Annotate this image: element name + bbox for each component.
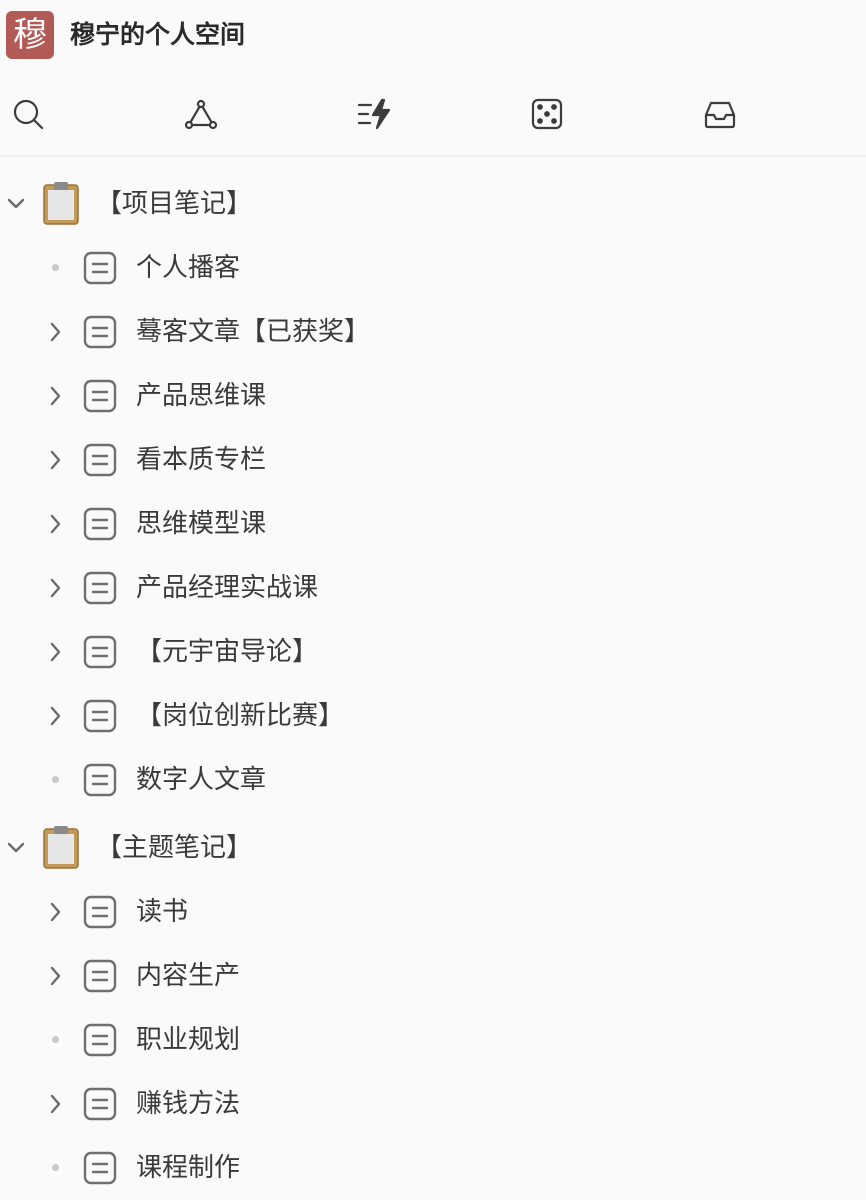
tree-item[interactable]: 产品经理实战课 <box>0 556 866 620</box>
chevron-right-icon[interactable] <box>42 574 70 602</box>
tree-item-label: 产品思维课 <box>136 381 267 411</box>
leaf-dot-icon <box>42 766 70 794</box>
quick-capture-button[interactable] <box>356 96 396 136</box>
page-icon <box>82 698 118 734</box>
tree-item-label: 赚钱方法 <box>136 1089 241 1119</box>
quick-capture-icon <box>357 98 391 130</box>
section-label: 【主题笔记】 <box>96 833 253 863</box>
tree-item-label: 产品经理实战课 <box>136 573 319 603</box>
page-icon <box>82 570 118 606</box>
page-icon <box>82 442 118 478</box>
clipboard-icon <box>41 180 81 226</box>
page-icon <box>82 314 118 350</box>
tree-item-label: 个人播客 <box>136 253 241 283</box>
page-icon <box>82 506 118 542</box>
page-icon <box>82 1022 118 1058</box>
toolbar <box>0 88 866 148</box>
page-icon <box>82 250 118 286</box>
chevron-right-icon[interactable] <box>42 318 70 346</box>
tree-item[interactable]: 思维模型课 <box>0 492 866 556</box>
chevron-right-icon[interactable] <box>42 702 70 730</box>
space-title[interactable]: 穆宁的个人空间 <box>70 17 245 53</box>
space-avatar[interactable]: 穆 <box>6 11 54 59</box>
tree-item[interactable]: 赚钱方法 <box>0 1072 866 1136</box>
graph-icon <box>184 99 218 130</box>
section-label: 【项目笔记】 <box>96 189 253 219</box>
chevron-down-icon[interactable] <box>2 190 30 218</box>
tree-item[interactable]: 个人播客 <box>0 236 866 300</box>
tree-item-label: 内容生产 <box>136 961 241 991</box>
leaf-dot-icon <box>42 254 70 282</box>
tree-item[interactable]: 课程制作 <box>0 1136 866 1200</box>
chevron-right-icon[interactable] <box>42 638 70 666</box>
chevron-right-icon[interactable] <box>42 1090 70 1118</box>
tree-item[interactable]: 读书 <box>0 880 866 944</box>
tree-item[interactable]: 产品思维课 <box>0 364 866 428</box>
chevron-right-icon[interactable] <box>42 382 70 410</box>
tree-item-label: 【元宇宙导论】 <box>136 637 319 667</box>
tree-item[interactable]: 职业规划 <box>0 1008 866 1072</box>
tree-item-label: 数字人文章 <box>136 765 267 795</box>
leaf-dot-icon <box>42 1154 70 1182</box>
chevron-right-icon[interactable] <box>42 962 70 990</box>
chevron-right-icon[interactable] <box>42 898 70 926</box>
tree-item[interactable]: 【岗位创新比赛】 <box>0 684 866 748</box>
tree-item[interactable]: 看本质专栏 <box>0 428 866 492</box>
chevron-right-icon[interactable] <box>42 446 70 474</box>
tree-item-label: 读书 <box>136 897 189 927</box>
section-topic-notes[interactable]: 【主题笔记】 <box>0 816 866 880</box>
tree-item[interactable]: 【元宇宙导论】 <box>0 620 866 684</box>
page-icon <box>82 894 118 930</box>
chevron-right-icon[interactable] <box>42 510 70 538</box>
search-icon <box>13 99 44 130</box>
inbox-button[interactable] <box>702 96 742 136</box>
page-icon <box>82 634 118 670</box>
search-button[interactable] <box>10 96 50 136</box>
random-note-button[interactable] <box>529 96 569 136</box>
toolbar-divider <box>0 155 866 157</box>
tree-item-label: 思维模型课 <box>136 509 267 539</box>
tree-item-label: 课程制作 <box>136 1153 241 1183</box>
page-icon <box>82 1150 118 1186</box>
page-icon <box>82 958 118 994</box>
random-dice-icon <box>531 98 563 130</box>
page-icon <box>82 1086 118 1122</box>
chevron-down-icon[interactable] <box>2 834 30 862</box>
tree-item[interactable]: 数字人文章 <box>0 748 866 812</box>
graph-button[interactable] <box>183 96 223 136</box>
tree-item-label: 蓦客文章【已获奖】 <box>136 317 371 347</box>
app-header: 穆 穆宁的个人空间 <box>0 0 866 72</box>
tree-item-label: 职业规划 <box>136 1025 241 1055</box>
leaf-dot-icon <box>42 1026 70 1054</box>
tree-item-label: 看本质专栏 <box>136 445 267 475</box>
page-icon <box>82 378 118 414</box>
tree-item[interactable]: 内容生产 <box>0 944 866 1008</box>
tree-item[interactable]: 蓦客文章【已获奖】 <box>0 300 866 364</box>
tree-item-label: 【岗位创新比赛】 <box>136 701 345 731</box>
section-project-notes[interactable]: 【项目笔记】 <box>0 172 866 236</box>
clipboard-icon <box>41 824 81 870</box>
inbox-icon <box>704 101 736 129</box>
page-icon <box>82 762 118 798</box>
